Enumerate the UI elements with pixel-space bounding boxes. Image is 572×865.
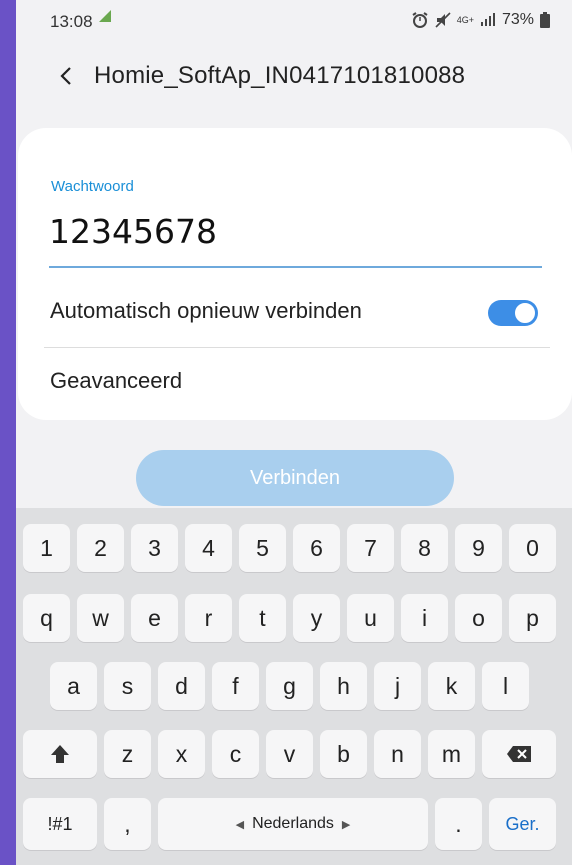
space-key-content: ◀ Nederlands ▶	[236, 815, 351, 833]
signal-icon	[480, 13, 495, 26]
phone-screen: 13:08 4G+ 73% Homie_SoftAp_IN04171018100…	[16, 0, 572, 865]
key-5[interactable]: 5	[239, 524, 286, 572]
key-f[interactable]: f	[212, 662, 259, 710]
shift-key[interactable]	[23, 730, 97, 778]
backspace-icon	[507, 746, 531, 762]
key-e[interactable]: e	[131, 594, 178, 642]
key-8[interactable]: 8	[401, 524, 448, 572]
key-2[interactable]: 2	[77, 524, 124, 572]
key-1[interactable]: 1	[23, 524, 70, 572]
auto-reconnect-toggle[interactable]	[488, 300, 538, 326]
auto-reconnect-row[interactable]: Automatisch opnieuw verbinden	[18, 278, 572, 346]
key-z[interactable]: z	[104, 730, 151, 778]
key-u[interactable]: u	[347, 594, 394, 642]
key-9[interactable]: 9	[455, 524, 502, 572]
password-label: Wachtwoord	[51, 178, 134, 195]
comma-key[interactable]: ,	[104, 798, 151, 850]
keyboard: 1 2 3 4 5 6 7 8 9 0 q w e r t y u i o p …	[16, 508, 572, 865]
status-icons: 4G+ 73%	[411, 11, 550, 29]
key-y[interactable]: y	[293, 594, 340, 642]
key-p[interactable]: p	[509, 594, 556, 642]
divider	[44, 347, 550, 348]
key-a[interactable]: a	[50, 662, 97, 710]
alarm-icon	[412, 12, 428, 28]
key-k[interactable]: k	[428, 662, 475, 710]
key-4[interactable]: 4	[185, 524, 232, 572]
battery-icon	[540, 12, 550, 28]
period-key[interactable]: .	[435, 798, 482, 850]
right-arrow-icon: ▶	[341, 818, 351, 831]
key-r[interactable]: r	[185, 594, 232, 642]
left-arrow-icon: ◀	[235, 818, 245, 831]
wifi-settings-card: Wachtwoord 12345678 Automatisch opnieuw …	[18, 128, 572, 420]
space-key[interactable]: ◀ Nederlands ▶	[158, 798, 428, 850]
battery-percent: 73%	[501, 11, 534, 28]
key-q[interactable]: q	[23, 594, 70, 642]
auto-reconnect-label: Automatisch opnieuw verbinden	[50, 298, 362, 323]
key-w[interactable]: w	[77, 594, 124, 642]
key-i[interactable]: i	[401, 594, 448, 642]
key-n[interactable]: n	[374, 730, 421, 778]
advanced-label: Geavanceerd	[50, 368, 183, 393]
backspace-key[interactable]	[482, 730, 556, 778]
key-0[interactable]: 0	[509, 524, 556, 572]
key-h[interactable]: h	[320, 662, 367, 710]
mute-icon	[435, 12, 451, 28]
key-l[interactable]: l	[482, 662, 529, 710]
network-name-title: Homie_SoftAp_IN0417101810088	[94, 62, 466, 89]
status-bar: 13:08 4G+ 73%	[16, 0, 572, 42]
data-transfer-icon	[99, 10, 111, 22]
key-s[interactable]: s	[104, 662, 151, 710]
key-o[interactable]: o	[455, 594, 502, 642]
connect-button[interactable]: Verbinden	[136, 450, 454, 506]
key-3[interactable]: 3	[131, 524, 178, 572]
status-time: 13:08	[50, 12, 93, 31]
back-arrow-icon[interactable]	[56, 64, 78, 88]
shift-icon	[51, 745, 69, 763]
key-d[interactable]: d	[158, 662, 205, 710]
key-b[interactable]: b	[320, 730, 367, 778]
password-underline	[49, 266, 542, 268]
password-input[interactable]: 12345678	[49, 212, 217, 251]
key-t[interactable]: t	[239, 594, 286, 642]
toggle-knob	[514, 302, 536, 324]
key-g[interactable]: g	[266, 662, 313, 710]
advanced-row[interactable]: Geavanceerd	[18, 350, 572, 410]
key-j[interactable]: j	[374, 662, 421, 710]
key-v[interactable]: v	[266, 730, 313, 778]
key-7[interactable]: 7	[347, 524, 394, 572]
key-6[interactable]: 6	[293, 524, 340, 572]
app-header: Homie_SoftAp_IN0417101810088	[16, 52, 572, 102]
key-m[interactable]: m	[428, 730, 475, 778]
key-x[interactable]: x	[158, 730, 205, 778]
space-language-label: Nederlands	[252, 815, 334, 832]
go-key[interactable]: Ger.	[489, 798, 556, 850]
network-type: 4G+	[456, 15, 474, 25]
symbols-key[interactable]: !#1	[23, 798, 97, 850]
key-c[interactable]: c	[212, 730, 259, 778]
